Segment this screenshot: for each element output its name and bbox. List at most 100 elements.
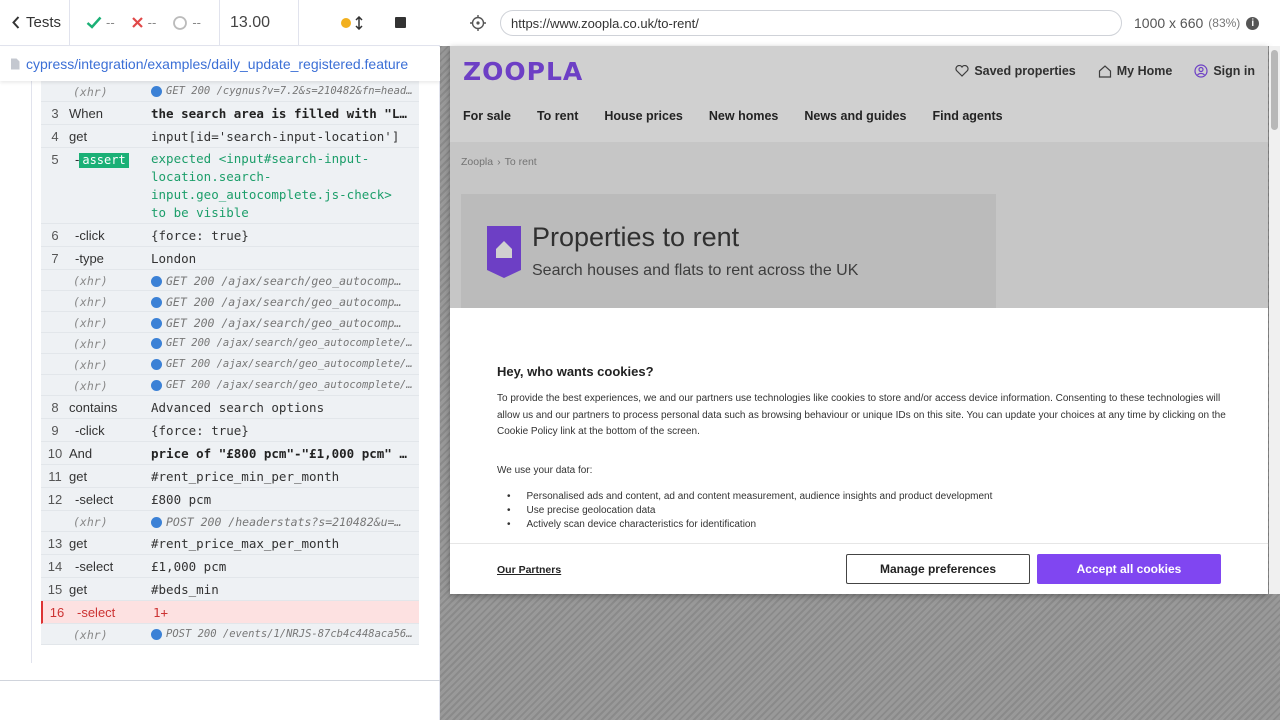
command-row[interactable]: 15 get #beds_min — [41, 578, 419, 601]
command-number: 11 — [48, 469, 62, 484]
run-controls — [341, 0, 407, 46]
viewport-scale: (83%) — [1208, 16, 1241, 30]
accept-all-cookies-button[interactable]: Accept all cookies — [1037, 554, 1221, 584]
xhr-command-row[interactable]: (xhr) GET 200 /ajax/search/geo_autocomp… — [41, 291, 419, 312]
command-name: (xhr) — [73, 85, 108, 99]
command-name: (xhr) — [73, 515, 108, 529]
spec-path-link[interactable]: cypress/integration/examples/daily_updat… — [26, 56, 408, 72]
command-name: get — [69, 536, 88, 551]
cypress-runner-panel: Tests -- -- -- 13.00 cypress/integration… — [0, 0, 440, 720]
cookie-uses-title: We use your data for: — [497, 465, 593, 476]
command-message: {force: true} — [151, 423, 249, 438]
command-message: #rent_price_min_per_month — [151, 469, 340, 484]
app-iframe: ZOOPLA Saved properties My Home Sign in … — [450, 46, 1268, 594]
command-row[interactable]: 6 -click {force: true} — [41, 224, 419, 247]
command-message: input[id='search-input-location'] — [151, 129, 400, 144]
command-number — [41, 624, 69, 628]
command-name: (xhr) — [73, 274, 108, 288]
command-row[interactable]: 11 get #rent_price_min_per_month — [41, 465, 419, 488]
xhr-status-dot-icon — [151, 379, 162, 391]
command-number — [41, 511, 69, 515]
command-row[interactable]: 9 -click {force: true} — [41, 419, 419, 442]
scroll-toggle-icon[interactable] — [355, 15, 363, 30]
command-message: GET 200 /ajax/search/geo_autocomp… — [151, 312, 419, 330]
command-row[interactable]: 12 -select £800 pcm — [41, 488, 419, 511]
command-number: 9 — [51, 423, 59, 438]
list-item: Personalised ads and content, ad and con… — [507, 490, 993, 504]
command-number: 15 — [47, 582, 63, 597]
cookie-footer: Our Partners Manage preferences Accept a… — [450, 543, 1268, 594]
command-number: 7 — [51, 251, 59, 266]
info-icon[interactable]: i — [1246, 16, 1260, 30]
iframe-scrollbar[interactable] — [1269, 46, 1280, 594]
command-message: {force: true} — [151, 228, 249, 243]
command-message: GET 200 /ajax/search/geo_autocomp… — [151, 270, 419, 288]
xhr-status-dot-icon — [151, 337, 162, 349]
command-number: 14 — [47, 559, 63, 574]
command-number — [41, 81, 69, 85]
xhr-status-dot-icon — [151, 516, 162, 528]
xhr-status-dot-icon — [151, 275, 162, 287]
command-name: (xhr) — [73, 316, 108, 330]
xhr-message-text: POST 200 /headerstats?s=210482&u=… — [166, 515, 402, 529]
command-name: And — [69, 446, 93, 461]
viewport-size: 1000 x 660 — [1134, 15, 1204, 31]
command-log: (xhr) GET 200 /cygnus?v=7.2&s=210482&fn=h… — [0, 81, 440, 679]
xhr-status-dot-icon — [151, 628, 162, 640]
command-message: £800 pcm — [151, 492, 212, 507]
xhr-command-row[interactable]: (xhr) POST 200 /headerstats?s=210482&u=… — [41, 511, 419, 532]
running-indicator-icon — [341, 17, 352, 28]
preview-url-bar: https://www.zoopla.co.uk/to-rent/ 1000 x… — [440, 0, 1280, 46]
command-row[interactable]: 4 get input[id='search-input-location'] — [41, 125, 419, 148]
command-row[interactable]: 5 - assert expected <input#search-input-loc… — [41, 148, 419, 224]
selector-playground-icon[interactable] — [470, 15, 486, 31]
command-message: #beds_min — [151, 582, 219, 597]
command-row[interactable]: 13 get #rent_price_max_per_month — [41, 532, 419, 555]
command-number — [41, 354, 69, 358]
command-number — [41, 270, 69, 274]
xhr-command-row[interactable]: (xhr) GET 200 /ajax/search/geo_autocomple… — [41, 354, 419, 375]
command-row[interactable]: 14 -select £1,000 pcm — [41, 555, 419, 578]
command-name: contains — [69, 400, 118, 415]
xhr-command-row[interactable]: (xhr) POST 200 /events/1/NRJS-87cb4c448ac… — [41, 624, 419, 645]
our-partners-link[interactable]: Our Partners — [497, 564, 561, 576]
xhr-message-text: GET 200 /ajax/search/geo_autocomplete/?… — [166, 337, 413, 349]
command-row[interactable]: 3 When the search area is filled with "Lon… — [41, 102, 419, 125]
command-message: GET 200 /ajax/search/geo_autocomplete/?… — [151, 354, 419, 370]
command-row[interactable]: 16 -select 1+ — [41, 601, 419, 624]
command-message: GET 200 /ajax/search/geo_autocomplete/?… — [151, 333, 419, 349]
runner-toolbar: Tests -- -- -- 13.00 — [0, 0, 440, 46]
stop-button[interactable] — [395, 17, 407, 28]
xhr-message-text: GET 200 /ajax/search/geo_autocomplete/?… — [166, 379, 413, 391]
command-name: -select — [77, 605, 116, 620]
cookie-uses-list: Personalised ads and content, ad and con… — [507, 490, 993, 532]
url-input[interactable]: https://www.zoopla.co.uk/to-rent/ — [500, 10, 1122, 36]
xhr-command-row[interactable]: (xhr) GET 200 /ajax/search/geo_autocomple… — [41, 333, 419, 354]
command-name: (xhr) — [73, 337, 108, 351]
xhr-command-row[interactable]: (xhr) GET 200 /ajax/search/geo_autocomp… — [41, 270, 419, 291]
spec-file-bar: cypress/integration/examples/daily_updat… — [0, 47, 440, 81]
xhr-message-text: GET 200 /ajax/search/geo_autocomp… — [166, 274, 402, 288]
indent-line — [31, 81, 32, 663]
pending-count: -- — [164, 0, 209, 46]
xhr-message-text: GET 200 /ajax/search/geo_autocomp… — [166, 295, 402, 309]
command-row[interactable]: 8 contains Advanced search options — [41, 396, 419, 419]
cookie-banner: Hey, who wants cookies? To provide the b… — [450, 308, 1268, 594]
command-name: -click — [75, 423, 105, 438]
command-name: (xhr) — [73, 358, 108, 372]
scrollbar-thumb[interactable] — [1271, 50, 1278, 130]
command-row[interactable]: 10 And price of "£800 pcm"-"£1,000 pcm" fo… — [41, 442, 419, 465]
xhr-command-row[interactable]: (xhr) GET 200 /ajax/search/geo_autocomp… — [41, 312, 419, 333]
manage-preferences-button[interactable]: Manage preferences — [846, 554, 1030, 584]
xhr-message-text: GET 200 /cygnus?v=7.2&s=210482&fn=heade… — [166, 85, 413, 97]
command-row[interactable]: 7 -type London — [41, 247, 419, 270]
cookie-title: Hey, who wants cookies? — [497, 364, 654, 379]
check-icon — [86, 16, 102, 29]
xhr-command-row[interactable]: (xhr) GET 200 /cygnus?v=7.2&s=210482&fn=h… — [41, 81, 419, 102]
tests-button[interactable]: Tests — [0, 0, 70, 46]
command-number: 8 — [51, 400, 59, 415]
xhr-command-row[interactable]: (xhr) GET 200 /ajax/search/geo_autocomple… — [41, 375, 419, 396]
command-message: GET 200 /ajax/search/geo_autocomplete/?… — [151, 375, 419, 391]
command-name: -type — [75, 251, 104, 266]
command-number: 12 — [47, 492, 63, 507]
